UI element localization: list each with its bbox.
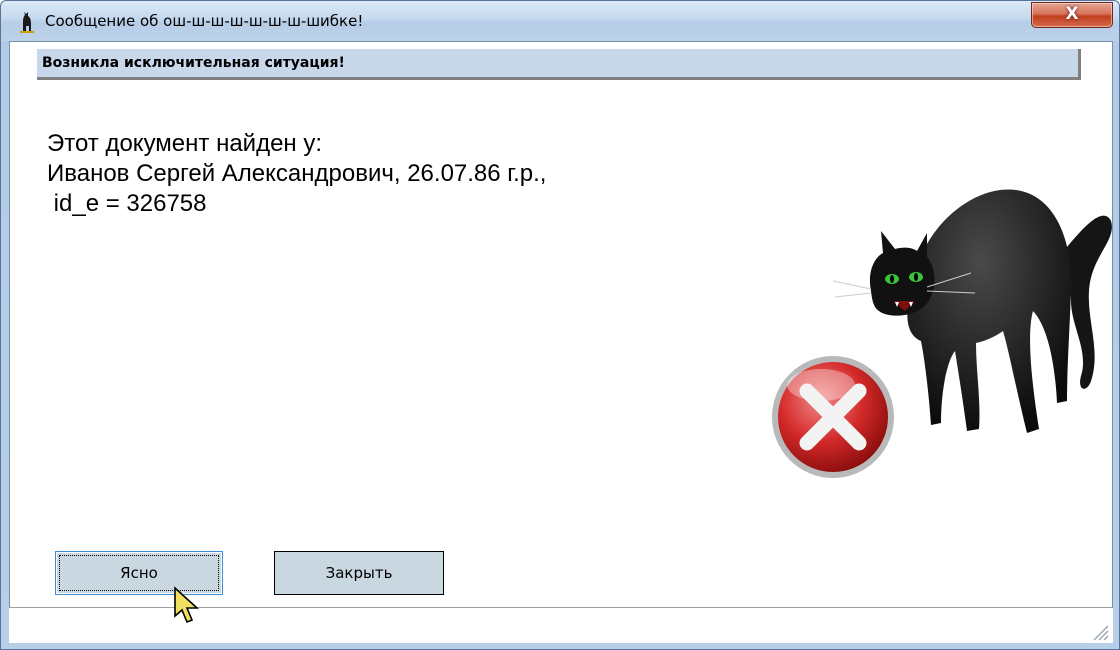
close-button[interactable]: Закрыть: [274, 551, 444, 595]
error-header-text: Возникла исключительная ситуация!: [42, 55, 345, 71]
window-title: Сообщение об ош-ш-ш-ш-ш-ш-ш-шибке!: [45, 12, 364, 30]
title-bar[interactable]: Сообщение об ош-ш-ш-ш-ш-ш-ш-шибке! X: [1, 1, 1119, 41]
message-line-1: Этот документ найден у:: [47, 130, 323, 157]
resize-grip-icon[interactable]: [1091, 623, 1109, 641]
error-header-banner: Возникла исключительная ситуация!: [37, 49, 1081, 80]
mouse-cursor-icon: [174, 586, 200, 624]
error-message: Этот документ найден у: Иванов Сергей Ал…: [47, 129, 546, 219]
close-window-button[interactable]: X: [1031, 2, 1113, 28]
black-cat-icon: [20, 12, 34, 33]
message-line-2: Иванов Сергей Александрович, 26.07.86 г.…: [47, 160, 547, 187]
message-line-3: id_e = 326758: [47, 190, 207, 217]
arched-cat-with-error-icon: [772, 189, 1112, 478]
close-icon: X: [1065, 4, 1079, 24]
dialog-window: Сообщение об ош-ш-ш-ш-ш-ш-ш-шибке! X Воз…: [0, 0, 1120, 650]
